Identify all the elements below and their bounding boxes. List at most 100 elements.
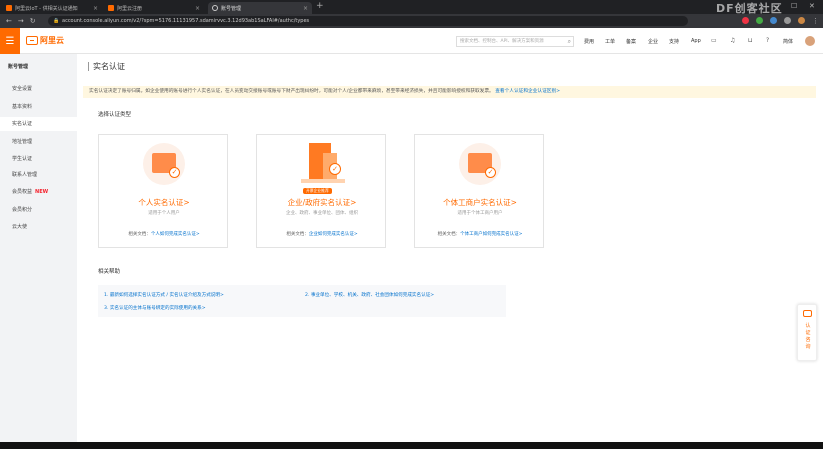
help-link-3[interactable]: 3. 实名认证的主体与账号绑定的实际使用的关系> (104, 305, 206, 311)
back-icon[interactable]: ← (6, 17, 12, 25)
bell-icon[interactable]: ♫ (730, 37, 735, 44)
notice-banner: 实名认证决定了账号归属。如企业使用的账号进行个人实名认证，在人员变动交接账号或账… (83, 86, 816, 98)
card-title[interactable]: 个人实名认证> (99, 197, 229, 208)
tab-close-icon[interactable]: × (195, 5, 200, 12)
globe-favicon-icon (212, 5, 218, 11)
building-icon: ✓ (301, 139, 345, 185)
help-link-1[interactable]: 1. 最新如何选择实名认证方式 / 实名认证介绍及方式说明> (104, 292, 224, 298)
nav-ticket[interactable]: 工单 (605, 38, 615, 45)
sidebar-item-ambassador[interactable]: 云大使 (0, 220, 77, 234)
nav-icp[interactable]: 备案 (626, 38, 636, 45)
menu-button[interactable]: ☰ (0, 28, 20, 54)
ref-label: 相关文档： (286, 232, 309, 237)
language-switch[interactable]: 简体 (783, 38, 793, 45)
card-subtitle: 适用于个人用户 (148, 211, 180, 216)
nav-app[interactable]: App (691, 38, 701, 44)
ref-label: 相关文档： (437, 232, 461, 237)
notice-link[interactable]: 查看个人认证和企业认证区别> (495, 89, 560, 94)
sidebar-item-member-benefits[interactable]: 会员权益 NEW (0, 185, 77, 199)
search-placeholder: 搜索文档、控制台、API、解决方案和资源 (460, 39, 544, 44)
url-text: account.console.aliyun.com/v2/?spm=5176.… (62, 18, 310, 24)
main-content: 实名认证 实名认证决定了账号归属。如企业使用的账号进行个人实名认证，在人员变动交… (77, 54, 823, 442)
avatar[interactable] (805, 36, 815, 46)
nav-support[interactable]: 支持 (669, 38, 679, 45)
sidebar-item-address[interactable]: 地址管理 (0, 135, 77, 149)
tab-close-icon[interactable]: × (93, 5, 98, 12)
address-bar: ← → ↻ 🔒 account.console.aliyun.com/v2/?s… (0, 14, 823, 28)
minimize-icon[interactable]: — (772, 2, 779, 10)
help-icon[interactable]: ? (766, 37, 769, 44)
card-title[interactable]: 个体工商户实名认证> (415, 197, 545, 208)
extension-icon[interactable] (756, 17, 763, 24)
close-window-icon[interactable]: ✕ (809, 2, 815, 10)
card-individual-business[interactable]: ✓ 个体工商户实名认证> 适用于个体工商户用户 相关文档：个体工商户如何完成实名… (414, 134, 544, 248)
forward-icon[interactable]: → (18, 17, 24, 25)
extension-icon[interactable] (742, 17, 749, 24)
chat-icon (803, 310, 812, 317)
profile-icon[interactable] (798, 17, 805, 24)
cart-icon[interactable]: ⊔ (748, 37, 753, 44)
hamburger-icon: ☰ (5, 35, 15, 47)
sidebar-item-label: 云大使 (12, 224, 28, 230)
sidebar-item-label: 地址管理 (12, 139, 33, 145)
tab-title: 账号管理 (221, 5, 242, 12)
sidebar-item-label: 基本资料 (12, 104, 33, 110)
browser-tab-2[interactable]: 阿里云注册 × (104, 2, 204, 14)
sidebar-item-member-points[interactable]: 会员积分 (0, 203, 77, 217)
maximize-icon[interactable]: ☐ (791, 2, 797, 10)
recommend-badge: 开票企业推荐 (303, 188, 332, 194)
browser-tab-3[interactable]: 账号管理 × (208, 2, 312, 14)
console-header: ☰ 阿里云 搜索文档、控制台、API、解决方案和资源 ⌕ 费用 工单 备案 企业… (0, 28, 823, 54)
search-input[interactable]: 搜索文档、控制台、API、解决方案和资源 ⌕ (456, 36, 574, 47)
sidebar-item-label: 学生认证 (12, 156, 33, 162)
sidebar-item-label: 会员积分 (12, 207, 33, 213)
sidebar-title: 账号管理 (8, 64, 29, 70)
floating-help-button[interactable]: 认证咨询 (797, 304, 817, 361)
tab-title: 阿里云注册 (117, 5, 143, 12)
sidebar-item-label: 联系人管理 (12, 172, 38, 178)
sidebar-item-student[interactable]: 学生认证 (0, 152, 77, 166)
aliyun-logo[interactable]: 阿里云 (26, 35, 64, 46)
terminal-icon[interactable]: ▭ (711, 37, 717, 44)
card-title[interactable]: 企业/政府实名认证> (257, 197, 387, 208)
personal-id-icon: ✓ (143, 143, 185, 185)
url-field[interactable]: 🔒 account.console.aliyun.com/v2/?spm=517… (48, 16, 688, 26)
browser-tab-1[interactable]: 阿里云IoT - 供相关认证通知 × (2, 2, 102, 14)
search-icon[interactable]: ⌕ (568, 37, 571, 46)
sidebar-item-label: 实名认证 (12, 121, 33, 127)
new-badge: NEW (35, 189, 49, 195)
menu-dots-icon[interactable]: ⋮ (812, 17, 819, 25)
aliyun-favicon-icon (6, 5, 12, 11)
nav-fee[interactable]: 费用 (584, 38, 594, 45)
business-license-icon: ✓ (459, 143, 501, 185)
sidebar-item-label: 安全设置 (12, 86, 33, 92)
ref-link[interactable]: 企业如何完成实名认证> (309, 232, 358, 237)
page-title: 实名认证 (88, 62, 125, 71)
ref-link[interactable]: 个人如何完成实名认证> (151, 232, 200, 237)
aliyun-favicon-icon (108, 5, 114, 11)
reload-icon[interactable]: ↻ (30, 17, 36, 25)
ref-link[interactable]: 个体工商户如何完成实名认证> (460, 232, 522, 237)
notice-text: 实名认证决定了账号归属。如企业使用的账号进行个人实名认证，在人员变动交接账号或账… (89, 89, 494, 94)
section-title: 选择认证类型 (98, 112, 132, 118)
sidebar-item-label: 会员权益 (12, 189, 33, 195)
help-title: 相关帮助 (98, 269, 121, 275)
extension-icon[interactable] (770, 17, 777, 24)
card-subtitle: 适用于个体工商户用户 (457, 211, 503, 216)
tab-close-icon[interactable]: × (303, 5, 308, 12)
card-ref: 相关文档：个体工商户如何完成实名认证> (415, 231, 545, 237)
os-taskbar (0, 442, 823, 449)
card-enterprise[interactable]: ✓ 开票企业推荐 企业/政府实名认证> 企业、政府、事业单位、团体、组织 相关文… (256, 134, 386, 248)
lock-icon: 🔒 (53, 18, 60, 24)
card-personal[interactable]: ✓ 个人实名认证> 适用于个人用户 相关文档：个人如何完成实名认证> (98, 134, 228, 248)
logo-text: 阿里云 (40, 36, 64, 45)
sidebar-item-security[interactable]: 安全设置 (0, 82, 77, 96)
card-ref: 相关文档：企业如何完成实名认证> (257, 231, 387, 237)
extension-icon[interactable] (784, 17, 791, 24)
nav-enterprise[interactable]: 企业 (648, 38, 658, 45)
sidebar-item-profile[interactable]: 基本资料 (0, 100, 77, 114)
sidebar-item-realname[interactable]: 实名认证 (0, 117, 77, 131)
sidebar-item-contacts[interactable]: 联系人管理 (0, 168, 77, 182)
help-link-2[interactable]: 2. 事业单位、学校、机关、政府、社会团体如何完成实名认证> (305, 292, 434, 298)
new-tab-button[interactable]: + (316, 1, 324, 11)
